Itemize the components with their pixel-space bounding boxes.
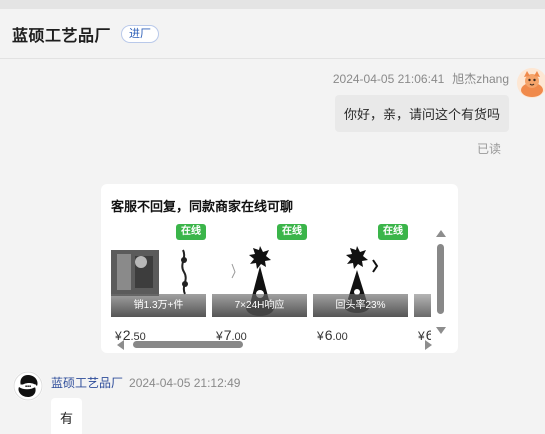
product-metric (414, 294, 431, 317)
message-sender[interactable]: 蓝硕工艺品厂 (51, 376, 123, 390)
outgoing-message-bubble[interactable]: 你好，亲，请问这个有货吗 (334, 95, 509, 132)
online-badge: 在线 (277, 224, 307, 240)
product-carousel: 在线 销1.3万+件 ¥2.50 在线 7×24H响应 ¥7.00 在线 回头率… (111, 222, 431, 340)
recommend-card-title: 客服不回复，同款商家在线可聊 (111, 199, 294, 214)
product-item[interactable]: 在线 销1.3万+件 ¥2.50 (111, 222, 206, 340)
triangle-left-icon[interactable] (117, 340, 124, 350)
triangle-up-icon[interactable] (436, 230, 446, 237)
enter-shop-button[interactable]: 进厂 (121, 24, 160, 43)
message-timestamp: 2024-04-05 21:06:41 (332, 72, 445, 86)
message-timestamp: 2024-04-05 21:12:49 (129, 376, 241, 390)
window-top-strip (0, 0, 545, 9)
online-badge: 在线 (176, 224, 206, 240)
triangle-down-icon[interactable] (436, 327, 446, 334)
recommend-card: 客服不回复，同款商家在线可聊 在线 销1.3万+件 ¥2.50 在线 7×24H… (101, 184, 458, 353)
online-badge: 在线 (378, 224, 408, 240)
user-avatar-icon[interactable] (517, 68, 545, 98)
product-metric: 回头率23% (313, 294, 408, 317)
vertical-scroll-thumb[interactable] (437, 244, 444, 314)
product-item[interactable]: 在线 7×24H响应 ¥7.00 (212, 222, 307, 340)
chat-header: 蓝硕工艺品厂 进厂 (0, 9, 545, 59)
read-status: 已读 (476, 142, 501, 156)
shop-logo-icon[interactable]: ▪▪▪ (13, 371, 43, 401)
message-meta-incoming: 蓝硕工艺品厂 2024-04-05 21:12:49 (51, 374, 240, 391)
svg-text:▪▪▪: ▪▪▪ (25, 384, 31, 388)
incoming-message-bubble[interactable]: 有 (51, 398, 83, 434)
product-item[interactable]: ¥6 (414, 222, 431, 340)
message-meta-outgoing: 2024-04-05 21:06:41 旭杰zhang (333, 70, 509, 87)
product-metric: 7×24H响应 (212, 294, 307, 317)
message-sender: 旭杰zhang (452, 72, 509, 86)
product-item[interactable]: 在线 回头率23% ¥6.00 (313, 222, 408, 340)
shop-title: 蓝硕工艺品厂 (12, 27, 112, 45)
product-metric: 销1.3万+件 (111, 294, 206, 317)
vertical-scrollbar[interactable] (434, 230, 448, 334)
triangle-right-icon[interactable] (425, 340, 432, 350)
horizontal-scroll-thumb[interactable] (133, 341, 243, 348)
horizontal-scrollbar[interactable] (117, 339, 432, 351)
